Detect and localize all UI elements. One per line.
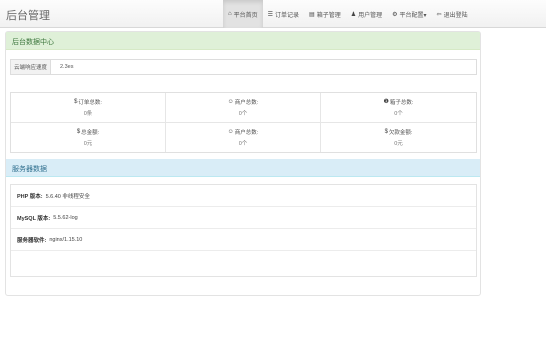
server-info-value: 5.6.40 非线程安全 <box>45 193 90 200</box>
nav-label: 平台配置▾ <box>399 12 427 19</box>
nav-item-settings-dropdown[interactable]: ⚙ 平台配置▾ <box>387 0 431 28</box>
nav-item-boxes[interactable]: ▤ 箱子管理 <box>304 0 346 28</box>
brand-title[interactable]: 后台管理 <box>6 7 50 23</box>
response-speed-label: 云端响应速度 <box>11 60 51 74</box>
list-icon: ☰ <box>267 11 274 18</box>
nav-label: 退出登陆 <box>443 12 468 19</box>
nav-label: 平台首页 <box>233 12 258 19</box>
nav-item-logout[interactable]: ⇦ 退出登陆 <box>432 0 473 28</box>
response-speed-value: 2.3es <box>60 64 74 70</box>
stat-value: 0个 <box>394 110 403 117</box>
server-info-value: 5.5.62-log <box>53 214 78 221</box>
stat-label: 总金额: <box>81 129 100 136</box>
top-navbar: 后台管理 ⌂ 平台首页 ☰ 订单记录 ▤ 箱子管理 ♟ 用户管理 ⚙ 平台配置▾… <box>0 0 546 28</box>
stat-label: 商户总数: <box>234 129 259 136</box>
stat-merchant-count-2: ☺ 商户总数: 0个 <box>166 122 321 152</box>
server-info-list: PHP 版本: 5.6.40 非线程安全 MySQL 版本: 5.5.62-lo… <box>10 184 477 277</box>
server-data-heading: 服务器数据 <box>6 159 480 177</box>
list-item: 服务器软件: nginx/1.15.10 <box>11 229 476 251</box>
users-icon: ☺ <box>227 128 234 135</box>
list-item: MySQL 版本: 5.5.62-log <box>11 207 476 229</box>
logout-icon: ⇦ <box>436 11 442 18</box>
stat-label: 订单总数: <box>78 99 102 106</box>
stat-value: 0个 <box>238 140 248 147</box>
stat-merchant-count: ☺ 商户总数: 0个 <box>166 93 321 123</box>
stats-grid: $ 订单总数: 0条 ☺ 商户总数: 0个 ❶ 箱子总数: 0个 $ 总金额: 0元 ☺… <box>10 92 477 153</box>
stat-value: 0条 <box>83 110 93 117</box>
stat-total-amount: $ 总金额: 0元 <box>11 122 166 152</box>
stat-label: 箱子总数: <box>389 99 414 106</box>
users-icon: ☺ <box>227 98 234 105</box>
info-icon: ❶ <box>383 99 389 106</box>
stat-order-count: $ 订单总数: 0条 <box>11 93 166 123</box>
main-nav: ⌂ 平台首页 ☰ 订单记录 ▤ 箱子管理 ♟ 用户管理 ⚙ 平台配置▾ ⇦ 退出… <box>223 0 473 28</box>
dollar-icon: $ <box>76 128 81 135</box>
list-item: PHP 版本: 5.6.40 非线程安全 <box>11 185 476 207</box>
dashboard-panel: 后台数据中心 云端响应速度 2.3es $ 订单总数: 0条 ☺ 商户总数: 0个 … <box>5 31 481 296</box>
stat-value: 0元 <box>394 140 403 147</box>
file-icon: ▤ <box>309 11 315 18</box>
server-info-key: PHP 版本: <box>17 193 43 200</box>
nav-item-users[interactable]: ♟ 用户管理 <box>346 0 387 28</box>
nav-label: 用户管理 <box>358 12 383 19</box>
dollar-icon: $ <box>74 98 78 105</box>
stat-label: 欠款金额: <box>388 129 413 136</box>
server-info-key: 服务器软件: <box>17 237 47 244</box>
nav-item-orders[interactable]: ☰ 订单记录 <box>263 0 304 28</box>
nav-label: 订单记录 <box>275 12 300 19</box>
response-speed-row: 云端响应速度 2.3es <box>10 59 477 75</box>
stat-value: 0个 <box>238 110 248 117</box>
data-center-heading: 后台数据中心 <box>6 32 480 50</box>
stat-box-count: ❶ 箱子总数: 0个 <box>321 93 476 123</box>
stat-label: 商户总数: <box>234 99 259 106</box>
stat-value: 0元 <box>83 140 93 147</box>
stat-debt-amount: $ 欠款金额: 0元 <box>321 123 476 153</box>
user-icon: ♟ <box>350 11 357 18</box>
server-info-value: nginx/1.15.10 <box>49 236 83 243</box>
gear-icon: ⚙ <box>392 11 398 18</box>
server-info-key: MySQL 版本: <box>17 215 51 222</box>
nav-label: 箱子管理 <box>316 12 341 19</box>
dollar-icon: $ <box>384 128 388 135</box>
list-item <box>11 251 476 273</box>
nav-item-home[interactable]: ⌂ 平台首页 <box>223 0 263 28</box>
home-icon: ⌂ <box>228 11 232 17</box>
